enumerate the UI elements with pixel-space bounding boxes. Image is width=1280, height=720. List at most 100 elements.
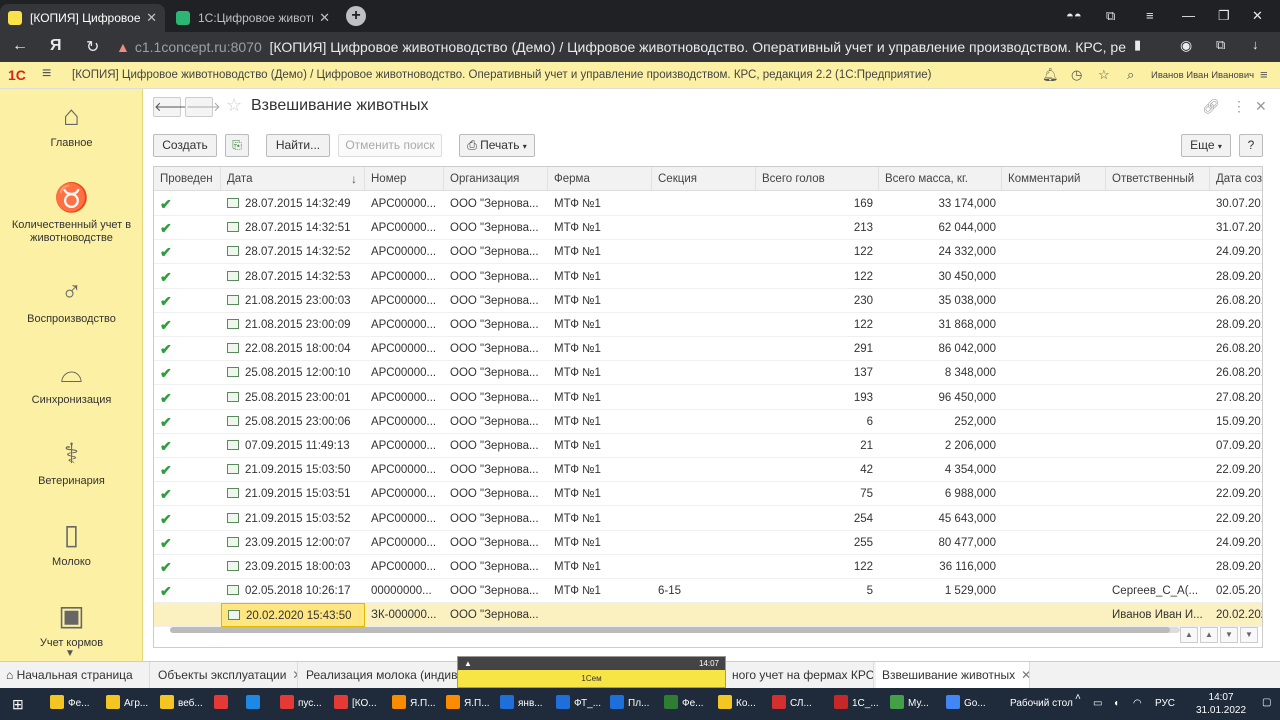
close-icon[interactable]: ✕ [292, 668, 297, 682]
table-row[interactable]: ✔ 21.08.2015 23:00:09 АРС00000... ООО "Зерн… [154, 313, 1262, 337]
scrollbar-thumb[interactable] [170, 627, 1170, 633]
create-button[interactable]: Создать [153, 134, 217, 157]
section-quantity-accounting[interactable]: ♉ Количественный учет в животноводстве [0, 181, 142, 245]
section-main[interactable]: ⌂ Главное [0, 99, 142, 150]
taskbar-app[interactable]: [КО... [334, 692, 377, 716]
horizontal-scrollbar[interactable] [170, 627, 1180, 633]
column-header[interactable]: Проведен [154, 167, 221, 191]
chevron-up-icon[interactable]: ˄ [1075, 692, 1081, 720]
tab-weighing[interactable]: Взвешивание животных ✕ [876, 662, 1030, 689]
tab-milk-sales[interactable]: Реализация молока (индивид [300, 662, 458, 689]
close-icon[interactable]: ✕ [1021, 668, 1029, 682]
column-header[interactable]: Ответственный [1106, 167, 1210, 191]
column-header[interactable]: Всего масса, кг. [879, 167, 1002, 191]
table-row[interactable]: ✔ 28.07.2015 14:32:52 АРС00000... ООО "Зерн… [154, 240, 1262, 265]
incognito-icon[interactable]: ◓◓ [1066, 0, 1082, 32]
taskbar-app[interactable]: Му... [890, 692, 929, 716]
column-header[interactable]: Комментарий [1002, 167, 1106, 191]
sort-desc-icon[interactable]: ↓ [351, 167, 357, 191]
table-row[interactable]: ✔ 21.09.2015 15:03:51 АРС00000... ООО "Зерн… [154, 482, 1262, 507]
favorite-star-icon[interactable]: ☆ [226, 95, 242, 116]
history-icon[interactable]: ◷ [1071, 67, 1082, 83]
link-icon[interactable]: 🔗︎ [1202, 98, 1220, 115]
reload-icon[interactable]: ↻ [86, 37, 99, 57]
close-icon[interactable]: ✕ [319, 10, 330, 26]
taskbar-app[interactable]: веб... [160, 692, 203, 716]
column-header[interactable]: Номер [365, 167, 444, 191]
bell-icon[interactable]: 🔔︎ [1042, 67, 1059, 83]
forward-button[interactable]: 🡒 [185, 97, 221, 117]
taskbar-app[interactable]: янв... [500, 692, 543, 716]
copy-icon[interactable]: ⎘ [225, 134, 249, 157]
taskbar-app[interactable]: Агр... [106, 692, 148, 716]
language-indicator[interactable]: РУС [1155, 698, 1175, 720]
taskbar-app[interactable]: Пл... [610, 692, 649, 716]
minimize-icon[interactable]: — [1182, 0, 1195, 32]
back-button[interactable]: 🡐 [153, 97, 189, 117]
more-button[interactable]: Еще ▾ [1181, 134, 1231, 157]
table-row[interactable]: ✔ 22.08.2015 18:00:04 АРС00000... ООО "Зерн… [154, 337, 1262, 362]
taskbar-app[interactable] [214, 692, 232, 716]
table-row[interactable]: ✔ 02.05.2018 10:26:17 00000000... ООО "Зерн… [154, 579, 1262, 604]
table-row[interactable]: ✔ 25.08.2015 23:00:06 АРС00000... ООО "Зерн… [154, 410, 1262, 434]
section-milk[interactable]: ▯ Молоко [0, 518, 142, 569]
yandex-icon[interactable]: Я [50, 37, 62, 55]
column-header[interactable]: Организация [444, 167, 548, 191]
taskbar-app[interactable]: 1С_... [834, 692, 879, 716]
current-user[interactable]: Иванов Иван Иванович [1151, 70, 1254, 81]
taskbar-app[interactable]: Я.П... [446, 692, 490, 716]
scroll-up-icon[interactable]: ▲ [1200, 627, 1218, 643]
more-vertical-icon[interactable]: ⋮ [1232, 98, 1246, 115]
browser-tab-inactive[interactable]: 1С:Цифровое животно ✕ [168, 4, 338, 32]
scroll-bottom-icon[interactable]: ▼ [1240, 627, 1258, 643]
section-sync[interactable]: ⌓ Синхронизация [0, 356, 142, 407]
column-header[interactable]: Дата [221, 167, 365, 191]
desktop-label[interactable]: Рабочий стол [1010, 698, 1073, 720]
close-window-icon[interactable]: ✕ [1252, 0, 1263, 32]
tab-objects[interactable]: Объекты эксплуатации ✕ [152, 662, 298, 689]
cancel-search-button[interactable]: Отменить поиск [338, 134, 442, 157]
volume-icon[interactable]: ◖ [1113, 698, 1119, 720]
extension-icon[interactable]: ◉ [1180, 37, 1192, 54]
bookmark-icon[interactable]: ▮ [1134, 37, 1141, 53]
menu-icon[interactable]: ≡ [1146, 0, 1154, 32]
taskbar-app[interactable] [246, 692, 264, 716]
scroll-down-icon[interactable]: ▼ [65, 648, 75, 659]
tab-farm-accounting[interactable]: ного учет на фермах КРС✕ [726, 662, 874, 689]
taskbar-app[interactable]: пус... [280, 692, 322, 716]
back-icon[interactable]: ← [12, 37, 28, 55]
main-menu-icon[interactable]: ≡ [42, 65, 51, 83]
table-row[interactable]: ✔ 28.07.2015 14:32:53 АРС00000... ООО "Зерн… [154, 265, 1262, 289]
network-icon[interactable]: ▭ [1093, 698, 1102, 720]
taskbar-app[interactable]: Фе... [664, 692, 704, 716]
close-icon[interactable]: ✕ [146, 10, 157, 26]
section-veterinary[interactable]: ⚕ Ветеринария [0, 437, 142, 488]
favorites-star-icon[interactable]: ☆ [1098, 67, 1110, 83]
table-row[interactable]: ✔ 25.08.2015 23:00:01 АРС00000... ООО "Зерн… [154, 386, 1262, 410]
taskbar-app[interactable]: Ко... [718, 692, 756, 716]
table-row[interactable]: ✔ 28.07.2015 14:32:49 АРС00000... ООО "Зерн… [154, 192, 1262, 216]
settings-menu-icon[interactable]: ≡ [1260, 67, 1268, 82]
taskbar-app[interactable]: СЛ... [772, 692, 812, 716]
wifi-icon[interactable]: ◠ [1133, 698, 1142, 720]
windows-start-icon[interactable]: ⊞ [12, 692, 24, 716]
column-header[interactable]: Ферма [548, 167, 652, 191]
share-icon[interactable]: ⧉ [1216, 37, 1225, 53]
column-header[interactable]: Всего голов [756, 167, 879, 191]
print-button[interactable]: ⎙ Печать ▾ [459, 134, 535, 157]
find-button[interactable]: Найти... [266, 134, 330, 157]
tab-start-page[interactable]: ⌂ Начальная страница [0, 662, 150, 689]
table-row[interactable]: 20.02.2020 15:43:50 ЗК-000000... ООО "Зерн… [154, 603, 1262, 628]
section-reproduction[interactable]: ♂ Воспроизводство [0, 275, 142, 326]
table-row[interactable]: ✔ 21.09.2015 15:03:50 АРС00000... ООО "Зерн… [154, 458, 1262, 483]
browser-tab-active[interactable]: [КОПИЯ] Цифровое жи ✕ [0, 4, 165, 32]
taskbar-app[interactable]: Фе... [50, 692, 90, 716]
table-row[interactable]: ✔ 21.09.2015 15:03:52 АРС00000... ООО "Зерн… [154, 507, 1262, 531]
scroll-top-icon[interactable]: ▲ [1180, 627, 1198, 643]
new-tab-button[interactable]: + [346, 6, 366, 26]
column-header[interactable]: Дата созд [1210, 167, 1262, 191]
table-row[interactable]: ✔ 23.09.2015 18:00:03 АРС00000... ООО "Зерн… [154, 555, 1262, 579]
download-icon[interactable]: ↓ [1252, 37, 1259, 52]
table-row[interactable]: ✔ 25.08.2015 12:00:10 АРС00000... ООО "Зерн… [154, 361, 1262, 386]
table-row[interactable]: ✔ 21.08.2015 23:00:03 АРС00000... ООО "Зерн… [154, 289, 1262, 313]
